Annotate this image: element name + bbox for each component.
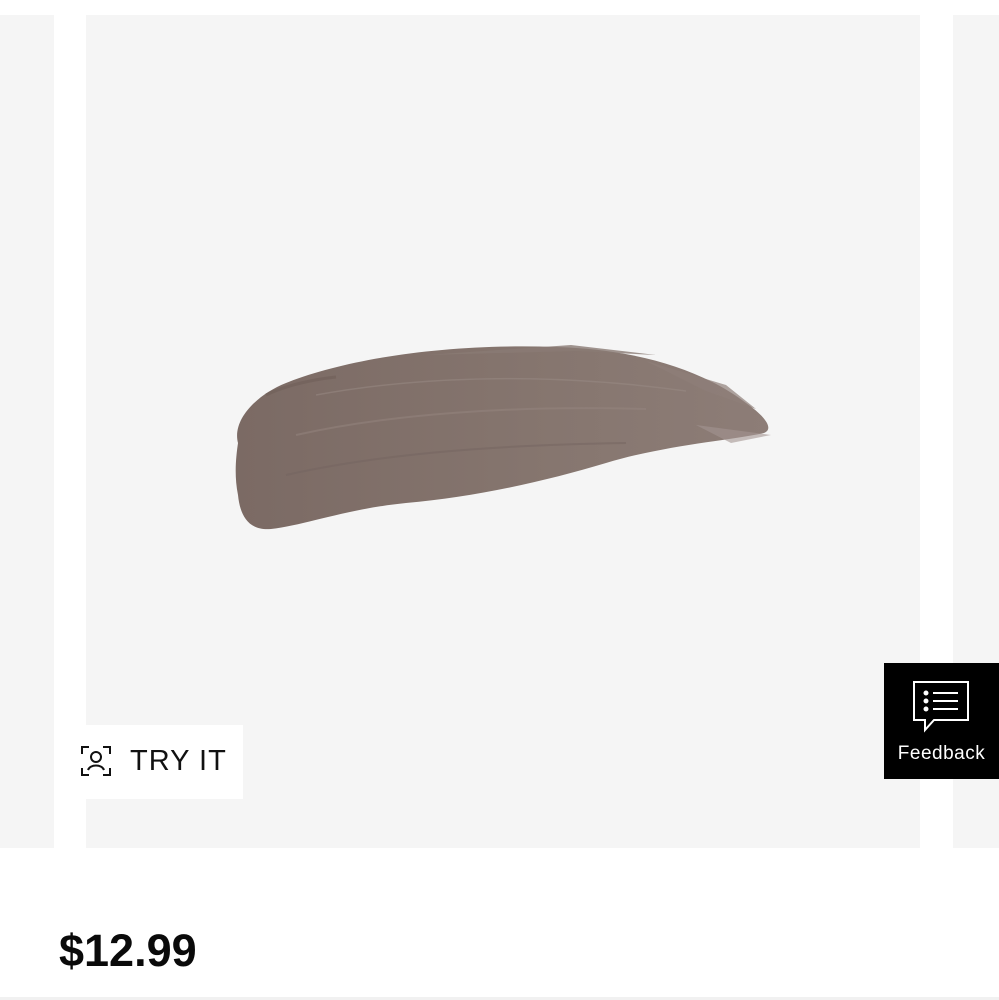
product-swatch-image <box>235 345 771 530</box>
feedback-label: Feedback <box>897 743 986 764</box>
product-image-slide[interactable] <box>86 15 920 848</box>
chat-list-icon <box>913 681 969 733</box>
carousel-slide-previous[interactable] <box>0 15 54 848</box>
face-scan-icon <box>81 746 111 776</box>
product-page: TRY IT Feedback $12.99 <box>0 0 999 1000</box>
try-it-button[interactable]: TRY IT <box>63 725 243 799</box>
try-it-label: TRY IT <box>130 745 227 777</box>
product-price: $12.99 <box>59 925 197 976</box>
feedback-button[interactable]: Feedback <box>884 663 999 779</box>
